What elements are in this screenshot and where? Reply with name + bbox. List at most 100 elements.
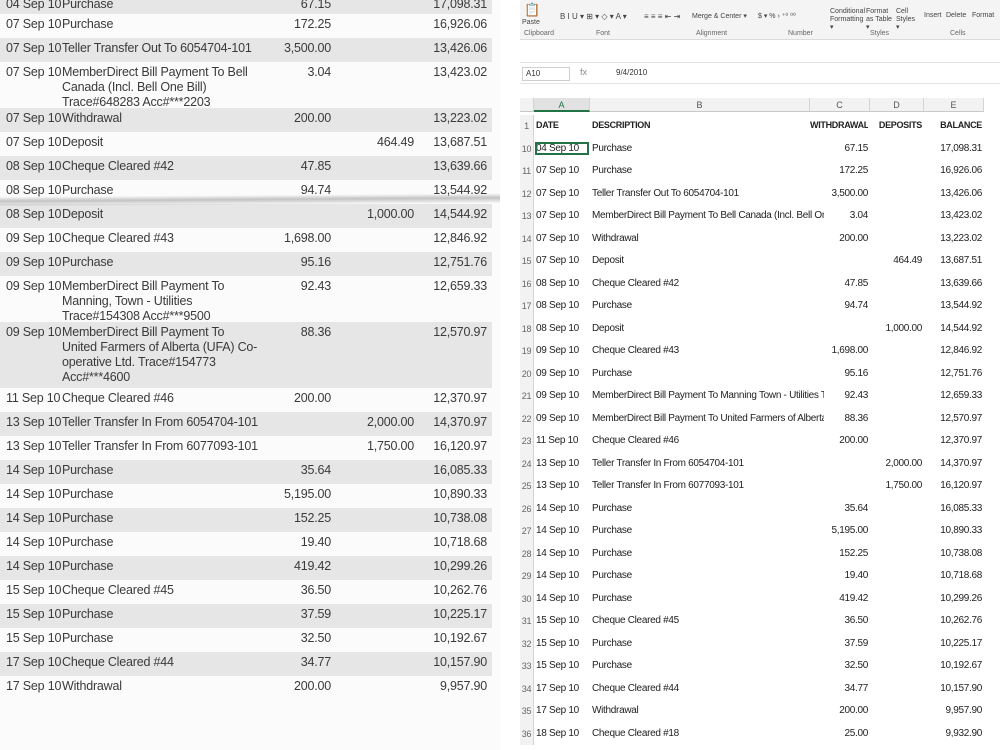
- row-number[interactable]: 16: [520, 272, 534, 295]
- cell-description[interactable]: Teller Transfer In From 6054704-101: [592, 458, 824, 469]
- cell-balance[interactable]: 13,544.92: [924, 300, 982, 311]
- row-number[interactable]: 20: [520, 362, 534, 385]
- column-header-d[interactable]: D: [870, 98, 924, 112]
- cell-description[interactable]: MemberDirect Bill Payment To Manning Tow…: [592, 390, 824, 401]
- row-number[interactable]: 35: [520, 700, 534, 723]
- cell-balance[interactable]: 16,085.33: [924, 503, 982, 514]
- cell-withdrawal[interactable]: 3,500.00: [810, 188, 868, 199]
- merge-center-button[interactable]: Merge & Center ▾: [692, 12, 747, 20]
- number-format-controls[interactable]: $ ▾ % › ⁺⁰ ⁰⁰: [758, 12, 796, 20]
- row-number[interactable]: 15: [520, 250, 534, 273]
- cell-withdrawal[interactable]: 94.74: [810, 300, 868, 311]
- cell-balance[interactable]: 13,423.02: [924, 210, 982, 221]
- cell-date[interactable]: 09 Sep 10: [536, 345, 588, 356]
- cell-description[interactable]: Cheque Cleared #43: [592, 345, 824, 356]
- formula-input[interactable]: 9/4/2010: [616, 68, 647, 77]
- cell-description[interactable]: Cheque Cleared #44: [592, 683, 824, 694]
- cell-description[interactable]: Purchase: [592, 548, 824, 559]
- cell-description[interactable]: Purchase: [592, 525, 824, 536]
- row-number[interactable]: 31: [520, 610, 534, 633]
- cell-description[interactable]: Purchase: [592, 660, 824, 671]
- cell-withdrawal[interactable]: 35.64: [810, 503, 868, 514]
- cell-withdrawal[interactable]: 5,195.00: [810, 525, 868, 536]
- cell-withdrawal[interactable]: 19.40: [810, 570, 868, 581]
- fx-label[interactable]: fx: [580, 67, 587, 77]
- cell-description[interactable]: Teller Transfer In From 6077093-101: [592, 480, 824, 491]
- cell-date[interactable]: 14 Sep 10: [536, 570, 588, 581]
- cell-date[interactable]: 14 Sep 10: [536, 548, 588, 559]
- cell-withdrawal[interactable]: 37.59: [810, 638, 868, 649]
- row-number[interactable]: 25: [520, 475, 534, 498]
- cell-deposit[interactable]: 2,000.00: [870, 458, 922, 469]
- row-number[interactable]: 29: [520, 565, 534, 588]
- cell-balance[interactable]: 10,157.90: [924, 683, 982, 694]
- row-number[interactable]: 27: [520, 520, 534, 543]
- cell-description[interactable]: Purchase: [592, 368, 824, 379]
- cell-withdrawal[interactable]: 47.85: [810, 278, 868, 289]
- header-description[interactable]: DESCRIPTION: [592, 120, 824, 130]
- cell-balance[interactable]: 17,098.31: [924, 143, 982, 154]
- cell-description[interactable]: Purchase: [592, 503, 824, 514]
- cell-description[interactable]: Purchase: [592, 143, 824, 154]
- cell-date[interactable]: 09 Sep 10: [536, 413, 588, 424]
- cell-date[interactable]: 14 Sep 10: [536, 593, 588, 604]
- row-number[interactable]: 17: [520, 295, 534, 318]
- cell-balance[interactable]: 10,738.08: [924, 548, 982, 559]
- cell-withdrawal[interactable]: 200.00: [810, 233, 868, 244]
- row-number[interactable]: 10: [520, 137, 534, 160]
- cell-description[interactable]: Purchase: [592, 638, 824, 649]
- row-number[interactable]: 12: [520, 182, 534, 205]
- cell-date[interactable]: 14 Sep 10: [536, 503, 588, 514]
- cell-withdrawal[interactable]: 67.15: [810, 143, 868, 154]
- cell-date[interactable]: 15 Sep 10: [536, 615, 588, 626]
- cell-balance[interactable]: 10,890.33: [924, 525, 982, 536]
- cell-withdrawal[interactable]: 172.25: [810, 165, 868, 176]
- cell-withdrawal[interactable]: 88.36: [810, 413, 868, 424]
- row-number[interactable]: 30: [520, 587, 534, 610]
- cell-withdrawal[interactable]: 3.04: [810, 210, 868, 221]
- cell-date[interactable]: 07 Sep 10: [536, 255, 588, 266]
- cell-balance[interactable]: 14,370.97: [924, 458, 982, 469]
- header-withdrawals[interactable]: WITHDRAWALS: [810, 120, 868, 130]
- cell-balance[interactable]: 16,120.97: [924, 480, 982, 491]
- cell-balance[interactable]: 9,957.90: [924, 705, 982, 716]
- format-as-table-button[interactable]: Format as Table ▾: [866, 8, 894, 32]
- paste-icon[interactable]: 📋: [524, 2, 540, 18]
- row-number[interactable]: 26: [520, 497, 534, 520]
- cell-description[interactable]: Cheque Cleared #46: [592, 435, 824, 446]
- cell-balance[interactable]: 10,192.67: [924, 660, 982, 671]
- column-header-a[interactable]: A: [534, 98, 590, 112]
- cell-deposit[interactable]: 464.49: [870, 255, 922, 266]
- row-number[interactable]: 14: [520, 227, 534, 250]
- cell-balance[interactable]: 10,718.68: [924, 570, 982, 581]
- cell-description[interactable]: Cheque Cleared #18: [592, 728, 824, 739]
- column-header-b[interactable]: B: [590, 98, 810, 112]
- column-header-c[interactable]: C: [810, 98, 870, 112]
- cell-date[interactable]: 18 Sep 10: [536, 728, 588, 739]
- cell-balance[interactable]: 14,544.92: [924, 323, 982, 334]
- cell-withdrawal[interactable]: 34.77: [810, 683, 868, 694]
- cell-withdrawal[interactable]: 32.50: [810, 660, 868, 671]
- cell-balance[interactable]: 12,370.97: [924, 435, 982, 446]
- cell-balance[interactable]: 12,846.92: [924, 345, 982, 356]
- cell-balance[interactable]: 13,223.02: [924, 233, 982, 244]
- cell-description[interactable]: Withdrawal: [592, 705, 824, 716]
- cell-balance[interactable]: 10,262.76: [924, 615, 982, 626]
- alignment-controls[interactable]: ≡ ≡ ≡ ⇤ ⇥: [644, 12, 680, 21]
- row-number[interactable]: 24: [520, 452, 534, 475]
- row-number[interactable]: 28: [520, 542, 534, 565]
- row-number[interactable]: 13: [520, 205, 534, 228]
- name-box[interactable]: A10: [522, 67, 570, 81]
- cell-description[interactable]: Purchase: [592, 593, 824, 604]
- cell-date[interactable]: 17 Sep 10: [536, 683, 588, 694]
- cell-description[interactable]: Teller Transfer Out To 6054704-101: [592, 188, 824, 199]
- row-number[interactable]: 18: [520, 317, 534, 340]
- cell-withdrawal[interactable]: 95.16: [810, 368, 868, 379]
- cell-balance[interactable]: 9,932.90: [924, 728, 982, 739]
- cell-withdrawal[interactable]: 200.00: [810, 435, 868, 446]
- row-number[interactable]: 21: [520, 385, 534, 408]
- cell-date[interactable]: 04 Sep 10: [535, 141, 589, 155]
- cell-date[interactable]: 08 Sep 10: [536, 300, 588, 311]
- cell-withdrawal[interactable]: 152.25: [810, 548, 868, 559]
- cell-withdrawal[interactable]: 419.42: [810, 593, 868, 604]
